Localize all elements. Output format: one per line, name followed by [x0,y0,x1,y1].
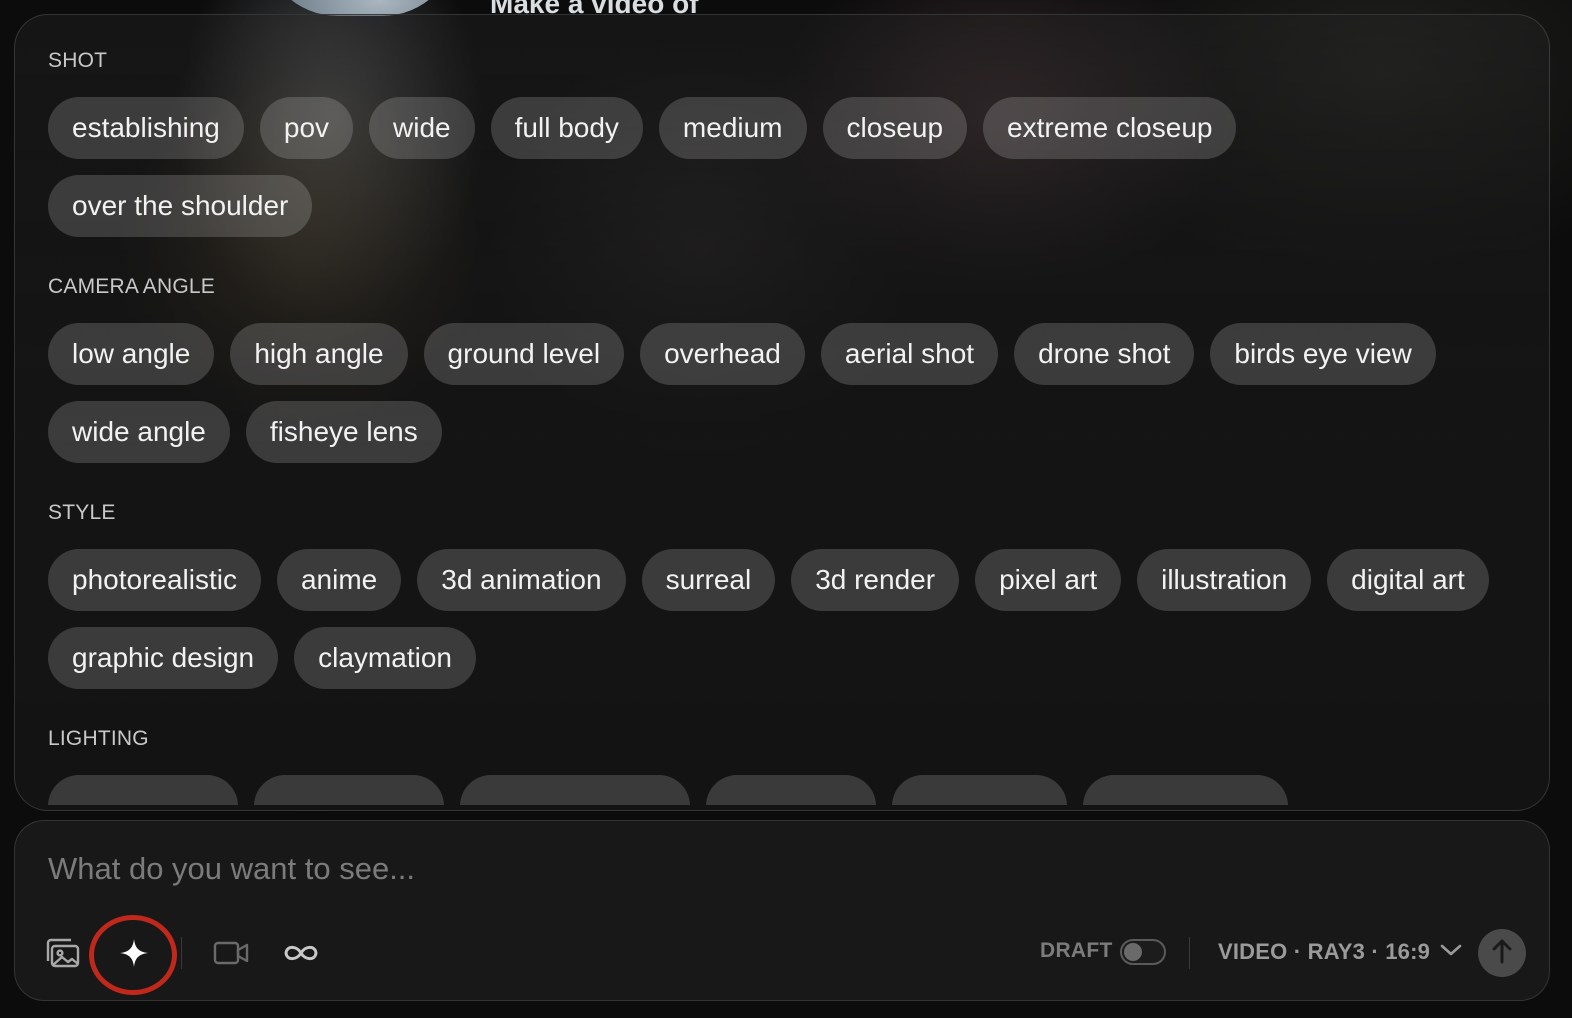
submit-button[interactable] [1478,929,1526,977]
arrow-up-icon [1491,938,1513,969]
chip-anime[interactable]: anime [276,549,402,611]
divider [181,937,182,969]
chip-list: establishing pov wide full body medium c… [48,97,1509,237]
chip-overhead[interactable]: overhead [640,323,805,385]
prompt-suggestions-panel: SHOT establishing pov wide full body med… [14,14,1550,811]
chip-clipped[interactable] [706,775,876,805]
chip-surreal[interactable]: surreal [641,549,776,611]
chip-fisheye-lens[interactable]: fisheye lens [245,401,442,463]
chip-illustration[interactable]: illustration [1137,549,1312,611]
chip-wide[interactable]: wide [369,97,475,159]
chip-digital-art[interactable]: digital art [1327,549,1489,611]
chip-clipped[interactable] [48,775,238,805]
section-style: STYLE photorealistic anime 3d animation … [48,499,1509,689]
section-label: CAMERA ANGLE [48,275,215,298]
chip-photorealistic[interactable]: photorealistic [48,549,261,611]
chip-list: photorealistic anime 3d animation surrea… [48,549,1509,689]
chip-list-clipped [48,775,1509,805]
prompt-composer: DRAFT VIDEO · RAY3 · 16:9 [14,820,1550,1001]
chip-closeup[interactable]: closeup [822,97,968,159]
chip-claymation[interactable]: claymation [294,627,476,689]
chip-aerial-shot[interactable]: aerial shot [820,323,999,385]
section-label: STYLE [48,501,116,524]
video-camera-icon[interactable] [211,937,251,969]
section-camera-angle: CAMERA ANGLE low angle high angle ground… [48,273,1509,463]
chip-list: low angle high angle ground level overhe… [48,323,1509,463]
draft-label: DRAFT [1040,939,1113,962]
chip-full-body[interactable]: full body [490,97,643,159]
chip-3d-render[interactable]: 3d render [791,549,960,611]
model-settings-dropdown[interactable]: VIDEO · RAY3 · 16:9 [1218,933,1462,971]
section-lighting: LIGHTING [48,725,1509,805]
divider [1189,937,1190,969]
chip-clipped[interactable] [254,775,444,805]
chip-graphic-design[interactable]: graphic design [48,627,279,689]
image-gallery-icon[interactable] [43,935,83,971]
chip-clipped[interactable] [460,775,690,805]
chip-ground-level[interactable]: ground level [423,323,625,385]
prompt-input[interactable] [48,843,1148,895]
chip-wide-angle[interactable]: wide angle [48,401,230,463]
chip-high-angle[interactable]: high angle [230,323,408,385]
chip-birds-eye-view[interactable]: birds eye view [1210,323,1436,385]
chevron-down-icon [1440,943,1462,962]
toggle-knob [1124,943,1142,961]
draft-toggle[interactable] [1120,939,1166,965]
chip-drone-shot[interactable]: drone shot [1014,323,1195,385]
chip-pixel-art[interactable]: pixel art [975,549,1122,611]
chip-establishing[interactable]: establishing [48,97,244,159]
chip-clipped[interactable] [1083,775,1288,805]
chip-over-the-shoulder[interactable]: over the shoulder [48,175,313,237]
sparkle-icon[interactable] [114,933,154,973]
section-label: SHOT [48,49,108,72]
chip-extreme-closeup[interactable]: extreme closeup [983,97,1237,159]
section-shot: SHOT establishing pov wide full body med… [48,47,1509,237]
chip-clipped[interactable] [892,775,1067,805]
model-settings-label: VIDEO · RAY3 · 16:9 [1218,939,1431,964]
infinity-loop-icon[interactable] [279,939,323,967]
chip-3d-animation[interactable]: 3d animation [417,549,626,611]
chip-low-angle[interactable]: low angle [48,323,215,385]
section-label: LIGHTING [48,727,149,750]
chip-pov[interactable]: pov [259,97,354,159]
chip-medium[interactable]: medium [658,97,807,159]
